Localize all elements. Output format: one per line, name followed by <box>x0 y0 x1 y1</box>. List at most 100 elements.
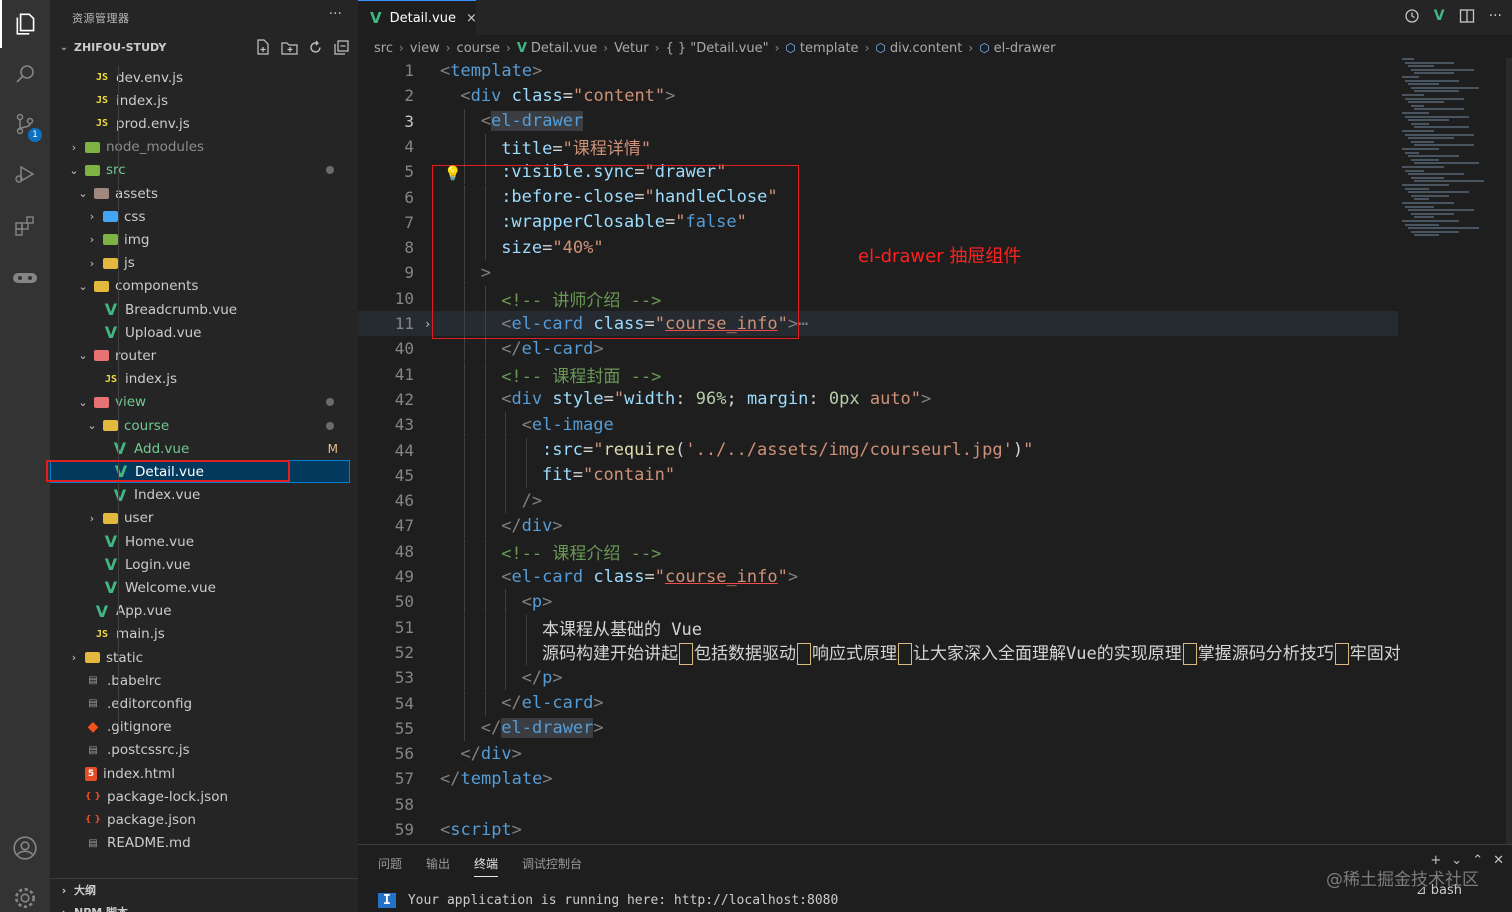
minimap[interactable] <box>1398 58 1502 258</box>
chevron-down-icon[interactable]: ⌄ <box>76 349 90 362</box>
breadcrumb-item[interactable]: { } "Detail.vue" <box>665 41 768 56</box>
code-line[interactable]: 43 <el-image <box>358 412 1398 438</box>
tree-item[interactable]: V Upload.vue <box>50 321 350 344</box>
code-line[interactable]: 2 <div class="content"> <box>358 83 1398 108</box>
tree-item[interactable]: ⌄ course <box>50 414 350 437</box>
code-line[interactable]: 58 <box>358 792 1398 817</box>
search-icon[interactable] <box>0 50 50 98</box>
tree-item[interactable]: ⌄ view <box>50 391 350 414</box>
code-line[interactable]: 48 <!-- 课程介绍 --> <box>358 538 1398 564</box>
code-line[interactable]: 55 </el-drawer> <box>358 715 1398 741</box>
tree-item[interactable]: JS main.js <box>50 623 350 646</box>
collapse-all-icon[interactable] <box>332 38 350 56</box>
tab-detail-vue[interactable]: V Detail.vue × <box>358 0 477 35</box>
code-line[interactable]: 49 <el-card class="course_info"> <box>358 564 1398 589</box>
settings-icon[interactable] <box>0 874 50 912</box>
tree-item[interactable]: › img <box>50 228 350 251</box>
tree-item[interactable]: › css <box>50 205 350 228</box>
tree-item[interactable]: 5 index.html <box>50 762 350 785</box>
code-line[interactable]: 41 <!-- 课程封面 --> <box>358 361 1398 387</box>
breadcrumb-item[interactable]: ⬡ div.content <box>875 41 962 56</box>
code-line[interactable]: 57 </template> <box>358 766 1398 791</box>
chevron-right-icon[interactable]: › <box>85 210 99 223</box>
remote-icon[interactable] <box>0 254 50 302</box>
tree-item[interactable]: JS dev.env.js <box>50 66 350 89</box>
chevron-right-icon[interactable]: › <box>85 512 99 525</box>
code-line[interactable]: 47 </div> <box>358 513 1398 539</box>
explorer-icon[interactable] <box>0 0 50 48</box>
source-control-icon[interactable]: 1 <box>0 100 50 148</box>
history-icon[interactable] <box>1404 8 1420 28</box>
account-icon[interactable] <box>0 824 50 872</box>
chevron-right-icon[interactable]: › <box>85 257 99 270</box>
breadcrumb-item[interactable]: ⬡ template <box>785 41 858 56</box>
new-file-icon[interactable] <box>254 38 272 56</box>
tree-item[interactable]: ▤ .babelrc <box>50 669 350 692</box>
chevron-down-icon[interactable]: ⌄ <box>76 396 90 409</box>
chevron-right-icon[interactable]: › <box>85 233 99 246</box>
tree-item[interactable]: ⌄ router <box>50 344 350 367</box>
chevron-right-icon[interactable]: › <box>67 141 81 154</box>
chevron-right-icon[interactable]: › <box>67 651 81 664</box>
fold-chevron-icon[interactable]: › <box>424 317 431 331</box>
tree-item[interactable]: V Breadcrumb.vue <box>50 298 350 321</box>
tree-item[interactable]: { } package.json <box>50 808 350 831</box>
more-actions-icon[interactable]: ··· <box>329 6 342 22</box>
code-line[interactable]: 53 </p> <box>358 665 1398 691</box>
tree-item[interactable]: ◆ .gitignore <box>50 716 350 739</box>
tree-item[interactable]: › js <box>50 252 350 275</box>
breadcrumb-item[interactable]: V Detail.vue <box>517 41 597 56</box>
tree-item[interactable]: ▤ .postcssrc.js <box>50 739 350 762</box>
tree-item[interactable]: ▤ README.md <box>50 832 350 855</box>
code-line[interactable]: 59 <script> <box>358 817 1398 842</box>
refresh-icon[interactable] <box>306 38 324 56</box>
breadcrumb-item[interactable]: ⬡ el-drawer <box>979 41 1055 56</box>
tree-item[interactable]: JS index.js <box>50 89 350 112</box>
breadcrumb-item[interactable]: course <box>457 41 500 56</box>
panel-tab[interactable]: 调试控制台 <box>522 855 582 877</box>
run-debug-icon[interactable] <box>0 150 50 198</box>
chevron-down-icon[interactable]: ⌄ <box>76 187 90 200</box>
panel-tab[interactable]: 问题 <box>378 855 402 877</box>
code-line[interactable]: 54 </el-card> <box>358 690 1398 716</box>
tree-item[interactable]: { } package-lock.json <box>50 785 350 808</box>
code-line[interactable]: 56 </div> <box>358 741 1398 766</box>
tree-item[interactable]: JS prod.env.js <box>50 112 350 135</box>
breadcrumb-item[interactable]: view <box>410 41 440 56</box>
panel-tab[interactable]: 输出 <box>426 855 450 877</box>
extensions-icon[interactable] <box>0 202 50 250</box>
tree-item[interactable]: V Index.vue <box>50 484 350 507</box>
code-editor[interactable]: 59 <script> 58 57 </template> 56 </div> 55 </el-… <box>358 58 1401 844</box>
tree-item[interactable]: ⌄ src <box>50 159 350 182</box>
chevron-down-icon[interactable]: ⌄ <box>76 280 90 293</box>
tree-item[interactable]: › user <box>50 507 350 530</box>
code-line[interactable]: 42 <div style="width: 96%; margin: 0px au… <box>358 386 1398 412</box>
new-folder-icon[interactable] <box>280 38 298 56</box>
tree-item[interactable]: V App.vue <box>50 600 350 623</box>
code-line[interactable]: 52 源码构建开始讲起 包括数据驱动 响应式原理 让大家深入全面理解Vue的实现原理 掌握… <box>358 639 1401 666</box>
breadcrumb-item[interactable]: src <box>374 41 393 56</box>
tree-item[interactable]: › static <box>50 646 350 669</box>
npm-scripts-section[interactable]: › NPM 脚本 <box>50 901 358 912</box>
code-line[interactable]: 4 title="课程详情" <box>358 133 1398 159</box>
close-icon[interactable]: × <box>466 11 477 26</box>
code-line[interactable]: 1 <template> <box>358 58 1398 83</box>
code-line[interactable]: 40 </el-card> <box>358 336 1398 362</box>
tree-item[interactable]: JS index.js <box>50 368 350 391</box>
code-line[interactable]: 45 fit="contain" <box>358 462 1398 488</box>
tree-item[interactable]: V Welcome.vue <box>50 576 350 599</box>
code-line[interactable]: 50 <p> <box>358 589 1398 615</box>
panel-tab[interactable]: 终端 <box>474 855 499 877</box>
tree-item[interactable]: V Home.vue <box>50 530 350 553</box>
code-line[interactable]: 44:src="require('../../assets/img/course… <box>358 437 1398 463</box>
terminal-output[interactable]: I Your application is running here: http… <box>378 893 838 908</box>
tree-item[interactable]: ⌄ components <box>50 275 350 298</box>
editor-scrollbar[interactable] <box>1506 58 1512 844</box>
close-icon[interactable]: ✕ <box>1493 853 1504 868</box>
tree-item[interactable]: V Add.vue M <box>50 437 350 460</box>
chevron-down-icon[interactable]: ⌄ <box>67 164 81 177</box>
tree-item[interactable]: › node_modules <box>50 136 350 159</box>
breadcrumb-item[interactable]: Vetur <box>614 41 649 56</box>
code-line[interactable]: 46 /> <box>358 488 1398 514</box>
vue-preview-icon[interactable]: V <box>1434 8 1445 28</box>
